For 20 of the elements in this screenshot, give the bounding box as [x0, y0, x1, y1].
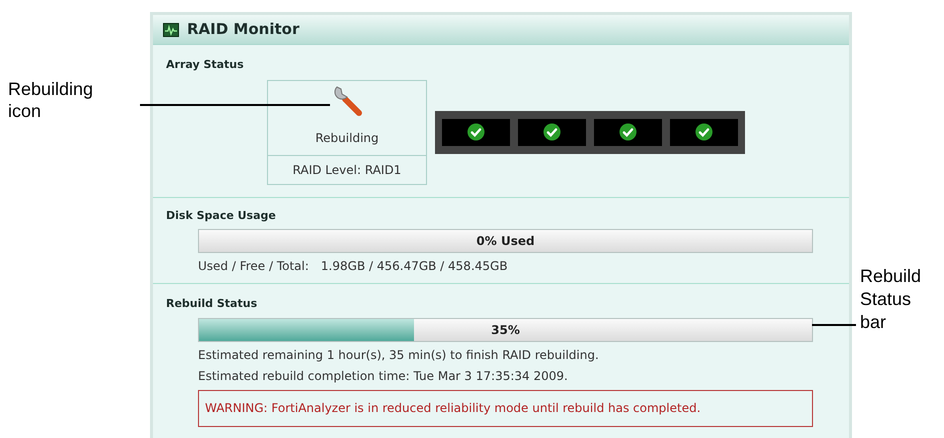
- status-text: Estimated rebuild completion time: Tue Mar 3 17:35:34 2009.: [198, 368, 569, 384]
- callout-label: Rebuilding: [8, 78, 94, 100]
- callout-label: bar: [860, 311, 886, 334]
- callout-label: icon: [8, 100, 42, 122]
- raid-level-text: RAID Level: RAID1: [292, 162, 402, 178]
- bar-label: 35%: [491, 322, 520, 338]
- status-text: Estimated remaining 1 hour(s), 35 min(s) to finish RAID rebuilding.: [198, 346, 600, 362]
- panel-title: RAID Monitor: [187, 19, 300, 40]
- usage-label: Used / Free / Total:: [198, 258, 309, 275]
- bar-label: 0% Used: [476, 233, 535, 250]
- callout-label: Status: [860, 288, 912, 311]
- section-heading: Disk Space Usage: [165, 208, 277, 224]
- warning-box: WARNING: FortiAnalyzer is in reduced reliability mode until rebuild has completed.: [198, 390, 813, 426]
- usage-value: 1.98GB / 456.47GB / 458.45GB: [320, 258, 508, 275]
- section-heading: Rebuild Status: [165, 296, 258, 312]
- section-heading: Array Status: [165, 57, 245, 73]
- callout-label: Rebuild: [860, 265, 922, 288]
- leader-line: [812, 324, 856, 326]
- status-text: Rebuilding: [315, 130, 379, 146]
- monitor-icon: [163, 22, 179, 36]
